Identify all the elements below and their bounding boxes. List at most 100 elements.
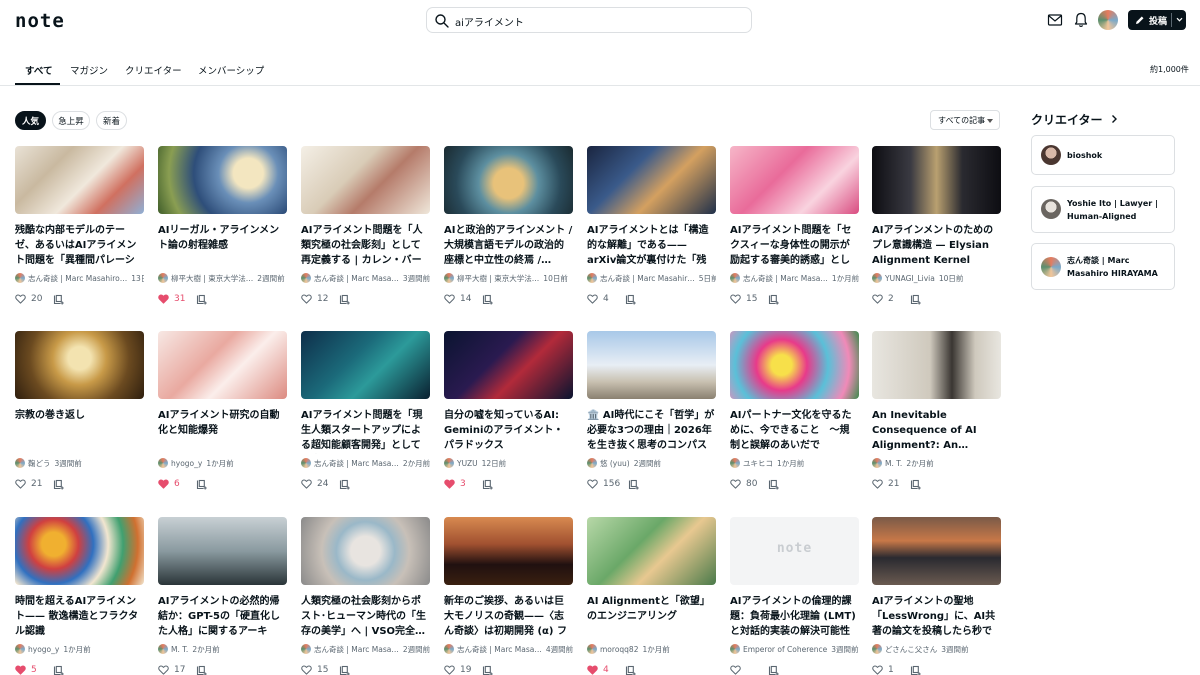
heart-icon[interactable] [158, 665, 169, 675]
author-name[interactable]: 志ん奇談 | Marc Masa… [314, 458, 399, 469]
author-avatar[interactable] [444, 273, 454, 283]
article-thumbnail[interactable] [730, 331, 859, 399]
heart-icon[interactable] [587, 294, 598, 304]
author-avatar[interactable] [15, 458, 25, 468]
heart-icon[interactable] [730, 294, 741, 304]
add-to-magazine-icon[interactable] [768, 294, 779, 305]
author-avatar[interactable] [15, 273, 25, 283]
author-avatar[interactable] [301, 458, 311, 468]
add-to-magazine-icon[interactable] [53, 294, 64, 305]
heart-filled-icon[interactable] [158, 479, 169, 489]
article-card[interactable]: AIパートナー文化を守るために、今できること 〜規制と誤解のあいだで ユキヒコ 1か… [730, 331, 859, 506]
article-filter-select[interactable]: すべての記事 [930, 110, 1000, 130]
post-button[interactable]: 投稿 [1128, 10, 1186, 30]
article-title[interactable]: 自分の嘘を知っているAI: Geminiのアライメント・パラドックス [444, 408, 573, 454]
article-card[interactable]: 宗教の巻き返し 鞠どう 3週間前 21 [15, 331, 144, 506]
article-thumbnail[interactable] [587, 517, 716, 585]
add-to-magazine-icon[interactable] [628, 479, 639, 490]
article-card[interactable]: 残酷な内部モデルのテーゼ、あるいはAIアライメント問題を「異種間パレーシア」… 志… [15, 146, 144, 321]
heart-icon[interactable] [872, 479, 883, 489]
bell-icon[interactable] [1072, 11, 1090, 29]
add-to-magazine-icon[interactable] [196, 665, 207, 675]
article-thumbnail[interactable] [15, 331, 144, 399]
article-thumbnail[interactable] [872, 517, 1001, 585]
heart-filled-icon[interactable] [158, 294, 169, 304]
article-card[interactable]: AIアラインメントのためのプレ意識構造 — Elysian Alignment … [872, 146, 1001, 321]
author-name[interactable]: YUZU [457, 459, 478, 468]
heart-icon[interactable] [872, 665, 883, 675]
article-title[interactable]: 人類究極の社会彫刻からポスト･ヒューマン時代の「生存の美学」へ | VSO完全… [301, 594, 430, 640]
author-name[interactable]: YUNAGI_Livia [885, 274, 935, 283]
article-card[interactable]: AIアライメントの必然的帰結か：GPT-5の「硬直化した人格」に関するアーキテ…… [158, 517, 287, 675]
article-thumbnail[interactable] [444, 517, 573, 585]
article-card[interactable]: AIアライメント問題を「セクスィーな身体性の開示が励起する審美的誘惑」として… 志… [730, 146, 859, 321]
author-avatar[interactable] [301, 273, 311, 283]
author-name[interactable]: 志ん奇談 | Marc Masa… [314, 644, 399, 655]
author-name[interactable]: 柳平大樹 | 東京大学法… [457, 273, 539, 284]
heart-icon[interactable] [872, 294, 883, 304]
user-avatar[interactable] [1098, 10, 1118, 30]
author-name[interactable]: 柳平大樹 | 東京大学法… [171, 273, 253, 284]
author-name[interactable]: Emperor of Coherence [743, 645, 827, 654]
article-thumbnail[interactable] [301, 517, 430, 585]
filter-popular[interactable]: 人気 [15, 111, 46, 130]
article-card[interactable]: AI Alignmentと「欲望」のエンジニアリング moroqq82 1か月前 4 [587, 517, 716, 675]
article-card[interactable]: 人類究極の社会彫刻からポスト･ヒューマン時代の「生存の美学」へ | VSO完全…… [301, 517, 430, 675]
add-to-magazine-icon[interactable] [768, 665, 779, 675]
author-avatar[interactable] [158, 644, 168, 654]
article-title[interactable]: AIアライメントの必然的帰結か：GPT-5の「硬直化した人格」に関するアーキテ… [158, 594, 287, 640]
article-title[interactable]: 時間を超えるAIアライメント—— 散逸構造とフラクタル認識 [15, 594, 144, 640]
author-avatar[interactable] [872, 644, 882, 654]
search-input[interactable] [455, 12, 745, 30]
add-to-magazine-icon[interactable] [910, 479, 921, 490]
article-thumbnail[interactable] [587, 146, 716, 214]
author-name[interactable]: 志ん奇談 | Marc Masa… [314, 273, 399, 284]
add-to-magazine-icon[interactable] [482, 479, 493, 490]
article-title[interactable]: AIと政治的アラインメント / 大規模言語モデルの政治的座標と中立性の終焉 /… [444, 223, 573, 269]
heart-filled-icon[interactable] [587, 665, 598, 675]
author-name[interactable]: どさんこ父さん [885, 644, 937, 655]
article-thumbnail[interactable] [872, 331, 1001, 399]
article-title[interactable]: AIアライメントとは「構造的な解離」である——arXiv論文が裏付けた「残酷な内… [587, 223, 716, 269]
article-title[interactable]: AIアライメント研究の自動化と知能爆発 [158, 408, 287, 454]
article-card[interactable]: note AIアライメントの倫理的課題：負荷最小化理論 (LMT) と対話的実装の… [730, 517, 859, 675]
article-title[interactable]: AIアライメント問題を「人類究極の社会彫刻」として再定義する | カレン・バーク… [301, 223, 430, 269]
author-name[interactable]: 志ん奇談 | Marc Masahiro… [28, 273, 127, 284]
tab-membership[interactable]: メンバーシップ [198, 63, 264, 77]
author-name[interactable]: 鞠どう [28, 458, 51, 469]
heart-icon[interactable] [15, 479, 26, 489]
author-avatar[interactable] [587, 644, 597, 654]
article-card[interactable]: AIアライメントとは「構造的な解離」である——arXiv論文が裏付けた「残酷な内… [587, 146, 716, 321]
mail-icon[interactable] [1046, 11, 1064, 29]
article-title[interactable]: 新年のご挨拶、あるいは巨大モノリスの奇観——〈志ん奇談〉は初期開発 (α) フェ… [444, 594, 573, 640]
heart-icon[interactable] [301, 479, 312, 489]
add-to-magazine-icon[interactable] [339, 479, 350, 490]
article-title[interactable]: 残酷な内部モデルのテーゼ、あるいはAIアライメント問題を「異種間パレーシア」… [15, 223, 144, 269]
article-card[interactable]: AIリーガル・アラインメント論の射程雑感 柳平大樹 | 東京大学法… 2週間前 31 [158, 146, 287, 321]
add-to-magazine-icon[interactable] [482, 294, 493, 305]
add-to-magazine-icon[interactable] [339, 665, 350, 675]
article-title[interactable]: AIアライメント問題を「現生人類スタートアップによる超知能顧客開発」として再定… [301, 408, 430, 454]
note-logo[interactable]: note [15, 10, 65, 32]
author-avatar[interactable] [444, 644, 454, 654]
author-name[interactable]: hyogo_y [28, 645, 59, 654]
add-to-magazine-icon[interactable] [196, 479, 207, 490]
article-title[interactable]: AI Alignmentと「欲望」のエンジニアリング [587, 594, 716, 640]
author-avatar[interactable] [158, 273, 168, 283]
author-name[interactable]: M. T. [171, 645, 188, 654]
article-card[interactable]: 自分の嘘を知っているAI: Geminiのアライメント・パラドックス YUZU 12… [444, 331, 573, 506]
article-title[interactable]: AIパートナー文化を守るために、今できること 〜規制と誤解のあいだで [730, 408, 859, 454]
article-thumbnail[interactable] [730, 146, 859, 214]
article-thumbnail[interactable] [444, 146, 573, 214]
author-avatar[interactable] [587, 273, 597, 283]
filter-new[interactable]: 新着 [96, 111, 127, 130]
heart-icon[interactable] [444, 665, 455, 675]
add-to-magazine-icon[interactable] [910, 665, 921, 675]
tab-all[interactable]: すべて [25, 63, 52, 77]
article-thumbnail[interactable] [158, 331, 287, 399]
article-title[interactable]: 宗教の巻き返し [15, 408, 144, 454]
article-card[interactable]: 新年のご挨拶、あるいは巨大モノリスの奇観——〈志ん奇談〉は初期開発 (α) フェ… [444, 517, 573, 675]
creator-card[interactable]: 志ん奇談 | Marc Masahiro HIRAYAMA [1031, 243, 1175, 290]
author-name[interactable]: ユキヒコ [743, 458, 773, 469]
author-name[interactable]: M. T. [885, 459, 902, 468]
